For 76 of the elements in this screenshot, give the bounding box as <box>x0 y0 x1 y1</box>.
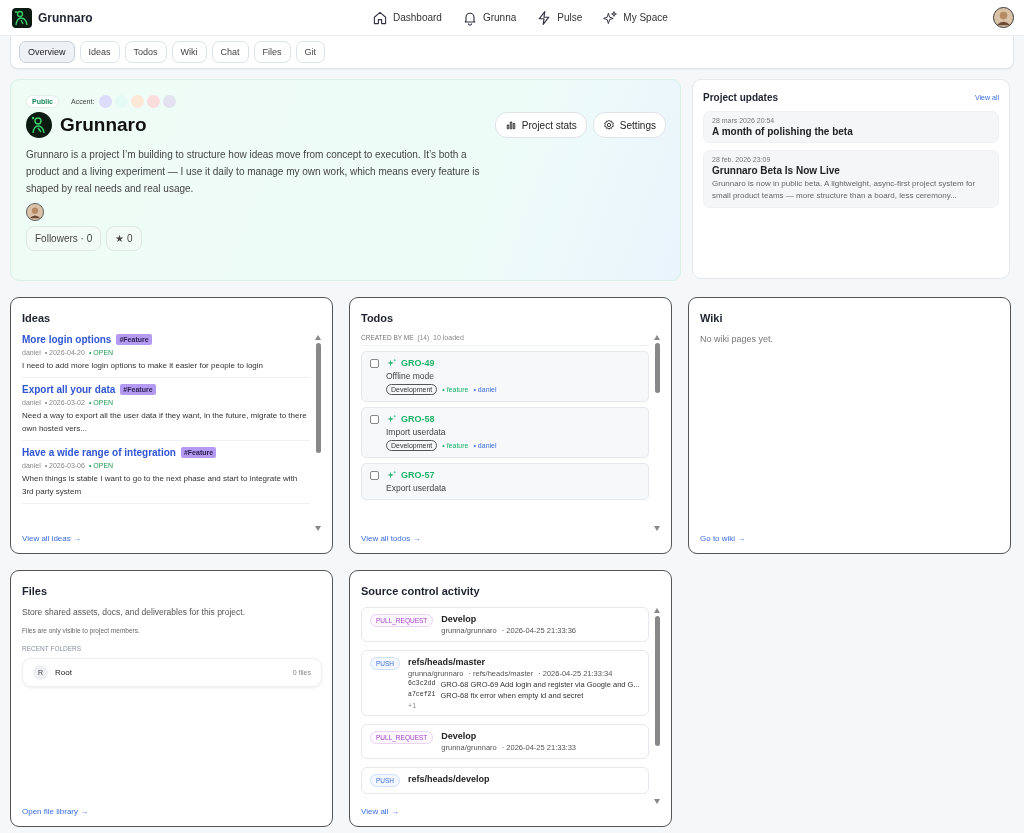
scroll-down-arrow-icon[interactable] <box>654 526 660 531</box>
nav-link[interactable]: Pulse <box>536 9 583 26</box>
view-all-todos-link[interactable]: View all todos → <box>361 534 661 543</box>
card-title: Project updates <box>703 92 779 103</box>
nav-link[interactable]: Grunna <box>461 9 517 26</box>
todo-key: GRO-58 <box>401 414 435 424</box>
brand-name[interactable]: Grunnaro <box>38 10 93 25</box>
tab[interactable]: Files <box>253 41 291 63</box>
todo-key: GRO-57 <box>401 470 435 480</box>
nav-link[interactable]: Dashboard <box>372 9 442 26</box>
card-title: Files <box>22 585 49 597</box>
star-button[interactable]: ★ 0 <box>106 226 142 251</box>
folder-name: Root <box>55 668 72 677</box>
todo-title: Import userdata <box>386 427 447 437</box>
view-all-ideas-link[interactable]: View all ideas → <box>22 534 322 543</box>
project-logo-icon <box>26 112 52 138</box>
idea-title-link[interactable]: Export all your data <box>22 384 116 395</box>
tab[interactable]: Ideas <box>79 41 120 63</box>
idea-title-link[interactable]: Have a wide range of integration <box>22 447 176 458</box>
open-file-library-link[interactable]: Open file library → <box>22 807 322 816</box>
project-title: Grunnaro <box>60 114 147 136</box>
accent-swatch[interactable] <box>99 95 113 108</box>
accent-swatch[interactable] <box>163 95 177 108</box>
tab[interactable]: Overview <box>19 41 75 63</box>
todo-key: GRO-49 <box>401 358 435 368</box>
card-title: Todos <box>361 312 395 324</box>
todo-item[interactable]: GRO-57 Export userdata <box>361 463 649 500</box>
scroll-up-arrow-icon[interactable] <box>654 335 660 340</box>
logo-icon[interactable] <box>12 7 32 28</box>
accent-swatch[interactable] <box>131 95 145 108</box>
nav-link[interactable]: My Space <box>602 9 668 26</box>
scrollbar-thumb[interactable] <box>315 343 321 453</box>
settings-icon <box>602 119 615 131</box>
scroll-down-arrow-icon[interactable] <box>315 526 321 531</box>
update-title: A month of polishing the beta <box>712 126 854 137</box>
checkbox[interactable] <box>370 470 379 480</box>
accent-swatch[interactable] <box>147 95 161 108</box>
scroll-up-arrow-icon[interactable] <box>315 335 321 340</box>
todo-title: Export userdata <box>386 483 447 493</box>
empty-message: No wiki pages yet. <box>700 334 775 344</box>
activity-title: refs/heads/master <box>408 657 487 667</box>
idea-description: When things is stable I want to go to the next phase and start to integrate with 3rd party system <box>22 473 299 498</box>
user-avatar[interactable] <box>993 7 1014 28</box>
home-icon <box>372 9 388 26</box>
activity-title: Develop <box>441 614 478 624</box>
tab[interactable]: Chat <box>211 41 249 63</box>
checkbox[interactable] <box>370 358 379 368</box>
checkbox[interactable] <box>370 414 379 424</box>
bar-chart-icon <box>504 119 517 131</box>
project-description: Grunnaro is a project I’m building to structure how ideas move from concept to execution. It’s both a product and a living experiment — I use it daily to manage my own work, which means every feature is shaped by real needs and real usage. <box>26 148 481 196</box>
tab[interactable]: Todos <box>124 41 167 63</box>
idea-title-link[interactable]: More login options <box>22 334 112 345</box>
card-title: Source control activity <box>361 585 481 597</box>
scrollbar-thumb[interactable] <box>654 616 660 746</box>
go-to-wiki-link[interactable]: Go to wiki → <box>700 534 1000 543</box>
activity-title: Develop <box>441 731 478 741</box>
header-button[interactable]: Settings <box>592 112 666 138</box>
update-summary: Grunnaro is now in public beta. A lightweight, async-first project system for small product teams — more structure than a board, less ceremony... <box>712 178 977 202</box>
scroll-up-arrow-icon[interactable] <box>654 608 660 613</box>
view-all-link[interactable]: View all → <box>361 807 661 816</box>
tab[interactable]: Wiki <box>171 41 207 63</box>
idea-description: Need a way to export all the user data if they want, in the future, migrate to there own hosted vers... <box>22 410 308 435</box>
sparkles-icon <box>602 9 619 26</box>
tab[interactable]: Git <box>295 41 326 63</box>
card-title: Wiki <box>700 312 724 324</box>
activity-title: refs/heads/develop <box>408 774 490 784</box>
update-title: Grunnaro Beta Is Now Live <box>712 165 841 176</box>
files-description: Store shared assets, docs, and deliverables for this project. <box>22 607 246 617</box>
todo-title: Offline mode <box>386 371 436 381</box>
followers-button[interactable]: Followers · 0 <box>26 226 102 251</box>
scroll-down-arrow-icon[interactable] <box>654 799 660 804</box>
idea-description: I need to add more login options to make it easier for people to login <box>22 360 265 372</box>
scrollbar-thumb[interactable] <box>654 343 660 393</box>
card-title: Ideas <box>22 312 52 324</box>
header-button[interactable]: Project stats <box>494 112 587 138</box>
member-avatar[interactable] <box>26 203 44 221</box>
